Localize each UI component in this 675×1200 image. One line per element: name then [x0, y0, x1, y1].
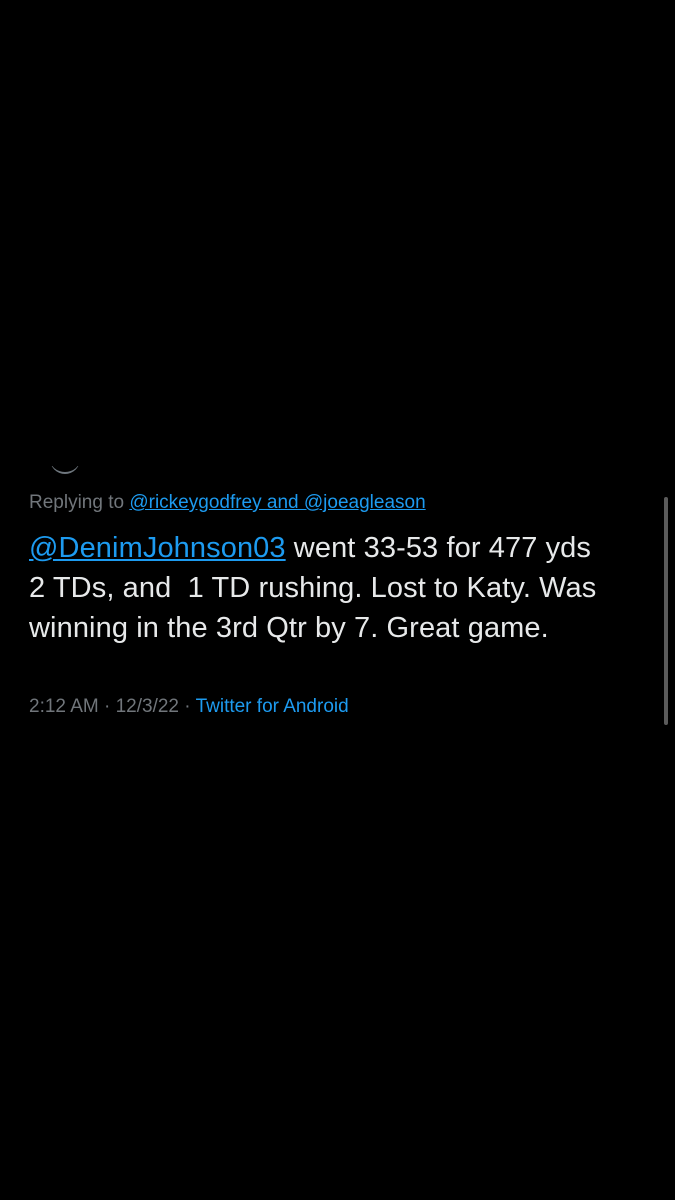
mention-link[interactable]: @DenimJohnson03 — [29, 532, 286, 564]
avatar[interactable] — [50, 466, 80, 474]
replying-to-label: Replying to — [29, 492, 130, 513]
scrollbar[interactable] — [664, 497, 668, 725]
tweet-text-line1: went 33-53 for 477 yds — [285, 532, 592, 564]
reply-handles-link[interactable]: @rickeygodfrey and @joeagleason — [129, 492, 425, 513]
tweet-source-link[interactable]: Twitter for Android — [196, 696, 349, 717]
tweet-meta: 2:12 AM · 12/3/22 · Twitter for Android — [29, 694, 349, 720]
meta-separator: · — [98, 696, 116, 717]
tweet-time[interactable]: 2:12 AM — [29, 696, 99, 717]
tweet-text-line2: 2 TDs, and 1 TD rushing. Lost to Katy. W… — [29, 572, 597, 604]
meta-separator: · — [179, 696, 196, 717]
replying-to-line: Replying to @rickeygodfrey and @joeaglea… — [29, 490, 426, 516]
tweet-body: @DenimJohnson03 went 33-53 for 477 yds 2 … — [29, 528, 649, 648]
tweet-date[interactable]: 12/3/22 — [116, 696, 179, 717]
tweet-text-line3: winning in the 3rd Qtr by 7. Great game. — [29, 612, 549, 644]
